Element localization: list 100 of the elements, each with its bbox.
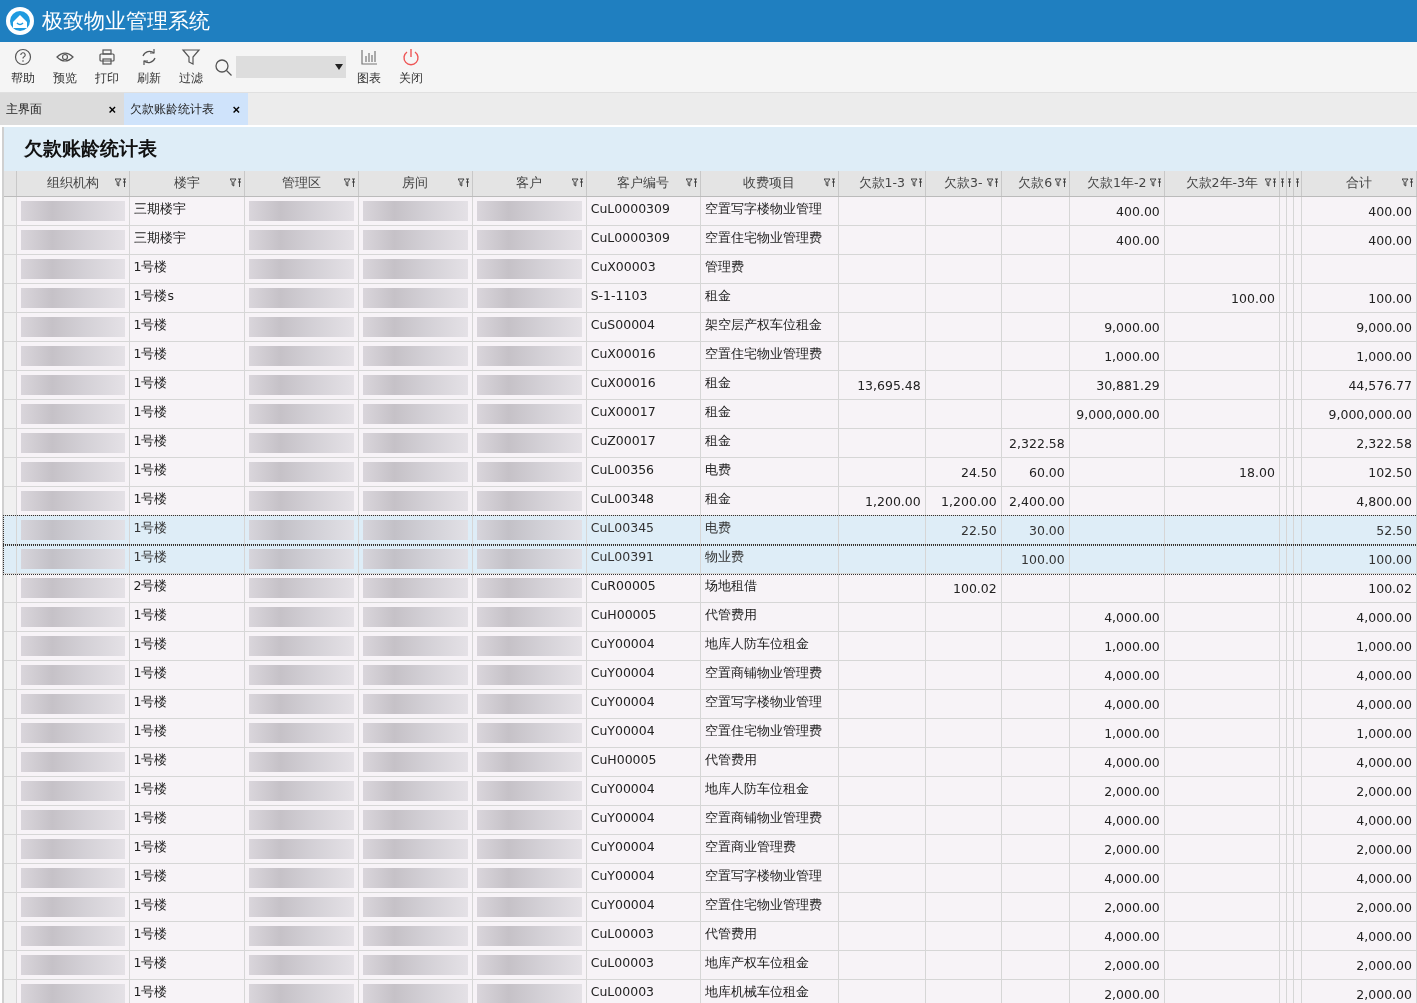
column-header[interactable]: 楼宇 [129, 171, 245, 197]
table-cell: 租金 [704, 404, 731, 419]
table-cell: 地库产权车位租金 [704, 955, 809, 970]
table-cell: 2,000.00 [1356, 784, 1412, 799]
toolbar-button[interactable]: 刷新 [130, 47, 168, 87]
table-row[interactable]: 1号楼 CuH00005 代管费用 4,000.00 4,000.00 [4, 602, 1417, 632]
table-cell: 空置商铺物业管理费 [704, 810, 822, 825]
table-cell: 1号楼 [133, 607, 168, 622]
table-row[interactable]: 1号楼 CuY00004 空置写字楼物业管理 4,000.00 4,000.00 [4, 689, 1417, 719]
filter-pin-icon[interactable] [229, 178, 242, 188]
table-row[interactable]: 1号楼 CuY00004 空置商铺物业管理费 4,000.00 4,000.00 [4, 660, 1417, 690]
filter-pin-icon[interactable] [343, 178, 356, 188]
table-row[interactable]: 1号楼 CuS00004 架空层产权车位租金 9,000.00 9,000.00 [4, 312, 1417, 342]
column-header[interactable]: 合计 [1301, 171, 1417, 197]
table-cell: CuL00003 [590, 926, 655, 941]
filter-pin-icon[interactable] [1054, 178, 1067, 188]
table-row[interactable]: 1号楼s S-1-1103 租金 100.00 100.00 [4, 283, 1417, 313]
table-row[interactable]: 1号楼 CuL00356 电费 24.50 60.00 18.00 102.50 [4, 457, 1417, 487]
table-cell: 1号楼 [133, 433, 168, 448]
toolbar-button[interactable]: 打印 [88, 47, 126, 87]
table-row[interactable]: 1号楼 CuX00016 租金 13,695.48 30,881.29 44,576.77 [4, 370, 1417, 400]
table-cell: 9,000,000.00 [1328, 407, 1412, 422]
filter-pin-icon[interactable] [685, 178, 698, 188]
pin-icon[interactable] [1294, 178, 1300, 188]
table-row[interactable]: 三期楼宇 CuL0000309 空置写字楼物业管理 400.00 400.00 [4, 196, 1417, 226]
table-cell: 三期楼宇 [133, 201, 186, 216]
close-tab-button[interactable]: × [230, 101, 242, 117]
table-cell: CuH00005 [590, 752, 657, 767]
column-header[interactable]: 客户 [472, 171, 587, 197]
table-row[interactable]: 三期楼宇 CuL0000309 空置住宅物业管理费 400.00 400.00 [4, 225, 1417, 255]
toolbar-button[interactable]: 关闭 [392, 47, 430, 87]
table-row[interactable]: 2号楼 CuR00005 场地租借 100.02 100.02 [4, 573, 1417, 603]
tab[interactable]: 欠款账龄统计表 × [124, 93, 248, 125]
column-header[interactable]: 欠款3- [925, 171, 1002, 197]
column-header[interactable]: 收费项目 [700, 171, 839, 197]
table-cell: 1号楼s [133, 288, 174, 303]
column-header[interactable]: 组织机构 [16, 171, 130, 197]
table-cell: 1号楼 [133, 462, 168, 477]
table-cell: 24.50 [960, 465, 997, 480]
filter-pin-icon[interactable] [114, 178, 127, 188]
table-cell: 1号楼 [133, 810, 168, 825]
column-header[interactable]: 客户编号 [586, 171, 701, 197]
filter-pin-icon[interactable] [910, 178, 923, 188]
column-header[interactable]: 房间 [358, 171, 473, 197]
table-row[interactable]: 1号楼 CuY00004 地库人防车位租金 2,000.00 2,000.00 [4, 776, 1417, 806]
toolbar-button[interactable]: 图表 [350, 47, 388, 87]
table-cell: 空置住宅物业管理费 [704, 346, 822, 361]
table-cell: 1号楼 [133, 346, 168, 361]
printer-icon [97, 47, 117, 67]
table-row[interactable]: 1号楼 CuY00004 空置住宅物业管理费 2,000.00 2,000.00 [4, 892, 1417, 922]
table-cell: 2,000.00 [1104, 987, 1160, 1002]
table-row[interactable]: 1号楼 CuL00003 代管费用 4,000.00 4,000.00 [4, 921, 1417, 951]
table-cell: 4,000.00 [1104, 755, 1160, 770]
table-cell: 物业费 [704, 549, 744, 564]
table-row[interactable]: 1号楼 CuX00017 租金 9,000,000.00 9,000,000.00 [4, 399, 1417, 429]
tab-label[interactable]: 主界面 [6, 100, 42, 118]
search-icon[interactable] [214, 57, 234, 77]
table-cell: 租金 [704, 288, 731, 303]
table-cell: CuY00004 [590, 810, 655, 825]
filter-pin-icon[interactable] [1264, 178, 1277, 188]
filter-pin-icon[interactable] [571, 178, 584, 188]
table-row[interactable]: 1号楼 CuZ00017 租金 2,322.58 2,322.58 [4, 428, 1417, 458]
table-cell: 1号楼 [133, 259, 168, 274]
tab-label[interactable]: 欠款账龄统计表 [130, 100, 214, 118]
table-row[interactable]: 1号楼 CuL00348 租金 1,200.00 1,200.00 2,400.00 4,800.00 [4, 486, 1417, 516]
table-cell: 空置商铺物业管理费 [704, 665, 822, 680]
table-row[interactable]: 1号楼 CuL00003 地库机械车位租金 2,000.00 2,000.00 [4, 979, 1417, 1003]
table-cell: 场地租借 [704, 578, 757, 593]
table-row[interactable]: 1号楼 CuL00345 电费 22.50 30.00 52.50 [4, 515, 1417, 545]
close-tab-button[interactable]: × [106, 101, 118, 117]
pin-icon[interactable] [1286, 178, 1292, 188]
table-cell: 4,000.00 [1104, 871, 1160, 886]
table-cell: 1号楼 [133, 404, 168, 419]
filter-pin-icon[interactable] [457, 178, 470, 188]
table-row[interactable]: 1号楼 CuY00004 空置住宅物业管理费 1,000.00 1,000.00 [4, 718, 1417, 748]
table-row[interactable]: 1号楼 CuX00016 空置住宅物业管理费 1,000.00 1,000.00 [4, 341, 1417, 371]
column-header[interactable]: 管理区 [244, 171, 359, 197]
table-row[interactable]: 1号楼 CuH00005 代管费用 4,000.00 4,000.00 [4, 747, 1417, 777]
column-header[interactable]: 欠款6 [1001, 171, 1070, 197]
filter-pin-icon[interactable] [1149, 178, 1162, 188]
table-row[interactable]: 1号楼 CuY00004 空置商业管理费 2,000.00 2,000.00 [4, 834, 1417, 864]
table-row[interactable]: 1号楼 CuL00003 地库产权车位租金 2,000.00 2,000.00 [4, 950, 1417, 980]
bar-chart-icon [359, 47, 379, 67]
table-row[interactable]: 1号楼 CuY00004 空置写字楼物业管理 4,000.00 4,000.00 [4, 863, 1417, 893]
pin-icon[interactable] [1279, 178, 1285, 188]
table-row[interactable]: 1号楼 CuY00004 空置商铺物业管理费 4,000.00 4,000.00 [4, 805, 1417, 835]
table-row[interactable]: 1号楼 CuY00004 地库人防车位租金 1,000.00 1,000.00 [4, 631, 1417, 661]
column-header[interactable]: 欠款2年-3年 [1164, 171, 1280, 197]
filter-pin-icon[interactable] [823, 178, 836, 188]
filter-pin-icon[interactable] [986, 178, 999, 188]
column-header[interactable]: 欠款1年-2 [1069, 171, 1165, 197]
toolbar-button[interactable]: 帮助 [4, 47, 42, 87]
filter-pin-icon[interactable] [1402, 178, 1414, 188]
table-cell: 1,000.00 [1356, 349, 1412, 364]
table-row[interactable]: 1号楼 CuL00391 物业费 100.00 100.00 [4, 544, 1417, 574]
table-row[interactable]: 1号楼 CuX00003 管理费 [4, 254, 1417, 284]
toolbar-button[interactable]: 过滤 [172, 47, 210, 87]
toolbar-button[interactable]: 预览 [46, 47, 84, 87]
column-header[interactable]: 欠款1-3 [838, 171, 926, 197]
tab[interactable]: 主界面 × [0, 93, 124, 125]
